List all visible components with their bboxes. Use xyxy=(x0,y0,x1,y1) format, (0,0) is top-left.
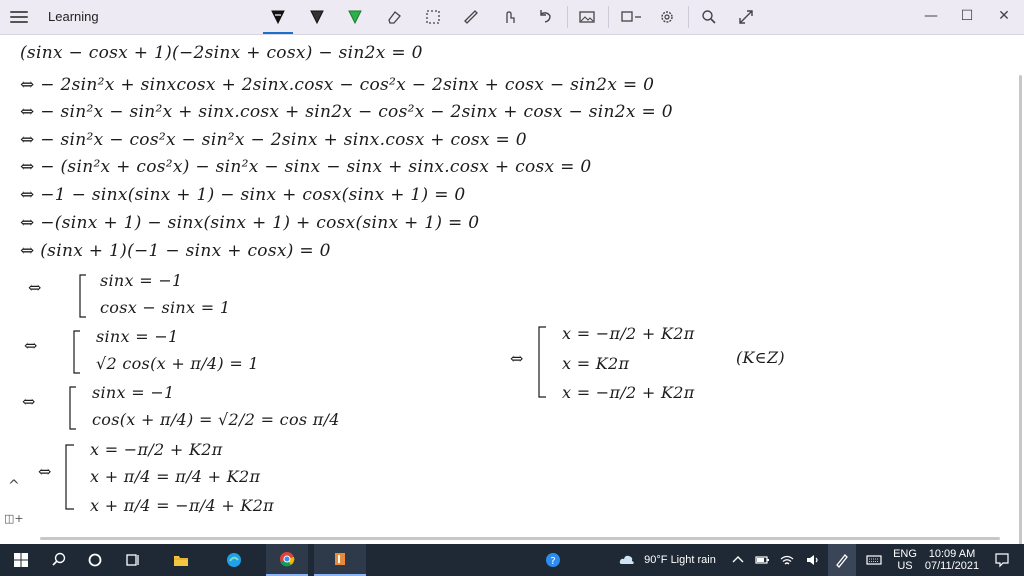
cortana-icon[interactable] xyxy=(80,544,110,576)
fullscreen-icon[interactable] xyxy=(731,3,761,31)
case2-line-1: sinx = −1 xyxy=(96,327,179,346)
result-line-2: x = K2π xyxy=(562,354,630,373)
date-text: 07/11/2021 xyxy=(924,560,980,572)
lasso-select-icon[interactable] xyxy=(418,3,448,31)
vertical-scrollbar[interactable] xyxy=(1019,75,1022,565)
undo-icon[interactable] xyxy=(530,3,560,31)
result-note: (K∈Z) xyxy=(736,348,785,367)
notification-center-icon[interactable] xyxy=(988,544,1016,576)
note-line-7: ⇔ −(sinx + 1) − sinx(sinx + 1) + cosx(si… xyxy=(20,213,479,233)
case-bracket xyxy=(79,274,86,318)
file-explorer-icon[interactable] xyxy=(165,544,197,576)
app-window: Learning — ☐ ✕ (sinx − cosx + 1)(−2sinx … xyxy=(0,0,1024,576)
wifi-icon[interactable] xyxy=(776,544,798,576)
result-line-1: x = −π/2 + K2π xyxy=(562,324,695,343)
note-line-6: ⇔ −1 − sinx(sinx + 1) − sinx + cosx(sinx… xyxy=(20,185,466,205)
svg-text:?: ? xyxy=(550,556,555,567)
volume-icon[interactable] xyxy=(802,544,824,576)
case-bracket xyxy=(69,386,76,430)
case4-line-2: x + π/4 = π/4 + K2π xyxy=(90,467,260,486)
edge-browser-icon[interactable] xyxy=(218,544,250,576)
toolbar-divider xyxy=(608,6,609,28)
result-line-3: x = −π/2 + K2π xyxy=(562,383,695,402)
note-line-2: ⇔ − 2sin²x + sinxcosx + 2sinx.cosx − cos… xyxy=(20,75,654,95)
sidebar-toggle-icon[interactable]: ◫+ xyxy=(4,512,24,525)
note-line-3: ⇔ − sin²x − sin²x + sinx.cosx + sin2x − … xyxy=(20,102,673,122)
result-bracket xyxy=(538,326,546,398)
time-text: 10:09 AM xyxy=(928,548,976,560)
clock[interactable]: 10:09 AM 07/11/2021 xyxy=(924,544,980,576)
case4-line-1: x = −π/2 + K2π xyxy=(90,440,223,459)
case2-line-2: √2 cos(x + π/4) = 1 xyxy=(96,354,259,373)
case-bracket xyxy=(65,444,74,510)
title-bar: Learning — ☐ ✕ xyxy=(0,0,1024,35)
pen-dark-tool-icon[interactable] xyxy=(302,3,332,31)
touch-writing-icon[interactable] xyxy=(494,3,524,31)
task-view-icon[interactable] xyxy=(118,544,148,576)
whiteboard-app-icon[interactable] xyxy=(314,544,366,576)
case3-line-2: cos(x + π/4) = √2/2 = cos π/4 xyxy=(92,410,340,429)
show-hidden-icons-chevron-icon[interactable] xyxy=(728,544,748,576)
ink-canvas[interactable]: (sinx − cosx + 1)(−2sinx + cosx) − sin2x… xyxy=(0,35,1024,565)
equiv-symbol: ⇔ xyxy=(510,349,524,368)
horizontal-scrollbar[interactable] xyxy=(40,537,1000,540)
note-line-5: ⇔ − (sin²x + cos²x) − sin²x − sinx − sin… xyxy=(20,157,591,177)
region-text: US xyxy=(897,560,913,572)
touch-keyboard-icon[interactable] xyxy=(862,544,886,576)
minimize-button[interactable]: — xyxy=(914,4,948,28)
app-title: Learning xyxy=(48,9,99,24)
maximize-button[interactable]: ☐ xyxy=(950,4,984,28)
note-line-4: ⇔ − sin²x − cos²x − sin²x − 2sinx + sinx… xyxy=(20,130,527,150)
image-icon[interactable] xyxy=(572,3,602,31)
case-bracket xyxy=(73,330,80,374)
equiv-symbol: ⇔ xyxy=(38,462,52,481)
note-line-1: (sinx − cosx + 1)(−2sinx + cosx) − sin2x… xyxy=(20,43,423,63)
case4-line-3: x + π/4 = −π/4 + K2π xyxy=(90,496,274,515)
case3-line-1: sinx = −1 xyxy=(92,383,175,402)
search-icon[interactable] xyxy=(44,544,74,576)
equiv-symbol: ⇔ xyxy=(22,392,36,411)
chrome-browser-icon[interactable] xyxy=(266,544,308,576)
insert-shape-icon[interactable] xyxy=(615,3,649,31)
help-icon[interactable]: ? xyxy=(538,544,568,576)
menu-icon[interactable] xyxy=(10,9,28,25)
highlighter-green-icon[interactable] xyxy=(340,3,370,31)
toolbar-divider xyxy=(688,6,689,28)
language-text: ENG xyxy=(893,548,917,560)
collapse-chevron-icon[interactable]: ^ xyxy=(8,478,28,494)
handwriting-layer: (sinx − cosx + 1)(−2sinx + cosx) − sin2x… xyxy=(20,43,785,515)
language-indicator[interactable]: ENG US xyxy=(890,544,920,576)
note-line-8: ⇔ (sinx + 1)(−1 − sinx + cosx) = 0 xyxy=(20,241,331,261)
case1-line-2: cosx − sinx = 1 xyxy=(100,298,230,317)
eraser-icon[interactable] xyxy=(379,3,409,31)
windows-start-icon[interactable] xyxy=(6,544,36,576)
pen-menu-icon[interactable] xyxy=(828,544,856,576)
weather-text: 90°F Light rain xyxy=(644,554,716,566)
toolbar-divider xyxy=(567,6,568,28)
settings-gear-icon[interactable] xyxy=(652,3,682,31)
taskbar: ? 90°F Light rain ENG US 10:09 AM 07/11/… xyxy=(0,544,1024,576)
pen-black-tool-icon[interactable] xyxy=(263,3,293,34)
battery-icon[interactable] xyxy=(752,544,772,576)
equiv-symbol: ⇔ xyxy=(28,278,42,297)
weather-widget[interactable]: 90°F Light rain xyxy=(640,544,720,576)
equiv-symbol: ⇔ xyxy=(24,336,38,355)
close-button[interactable]: ✕ xyxy=(987,4,1021,28)
weather-cloud-icon[interactable] xyxy=(614,544,640,576)
ruler-icon[interactable] xyxy=(456,3,486,31)
search-icon[interactable] xyxy=(694,3,724,31)
case1-line-1: sinx = −1 xyxy=(100,271,183,290)
